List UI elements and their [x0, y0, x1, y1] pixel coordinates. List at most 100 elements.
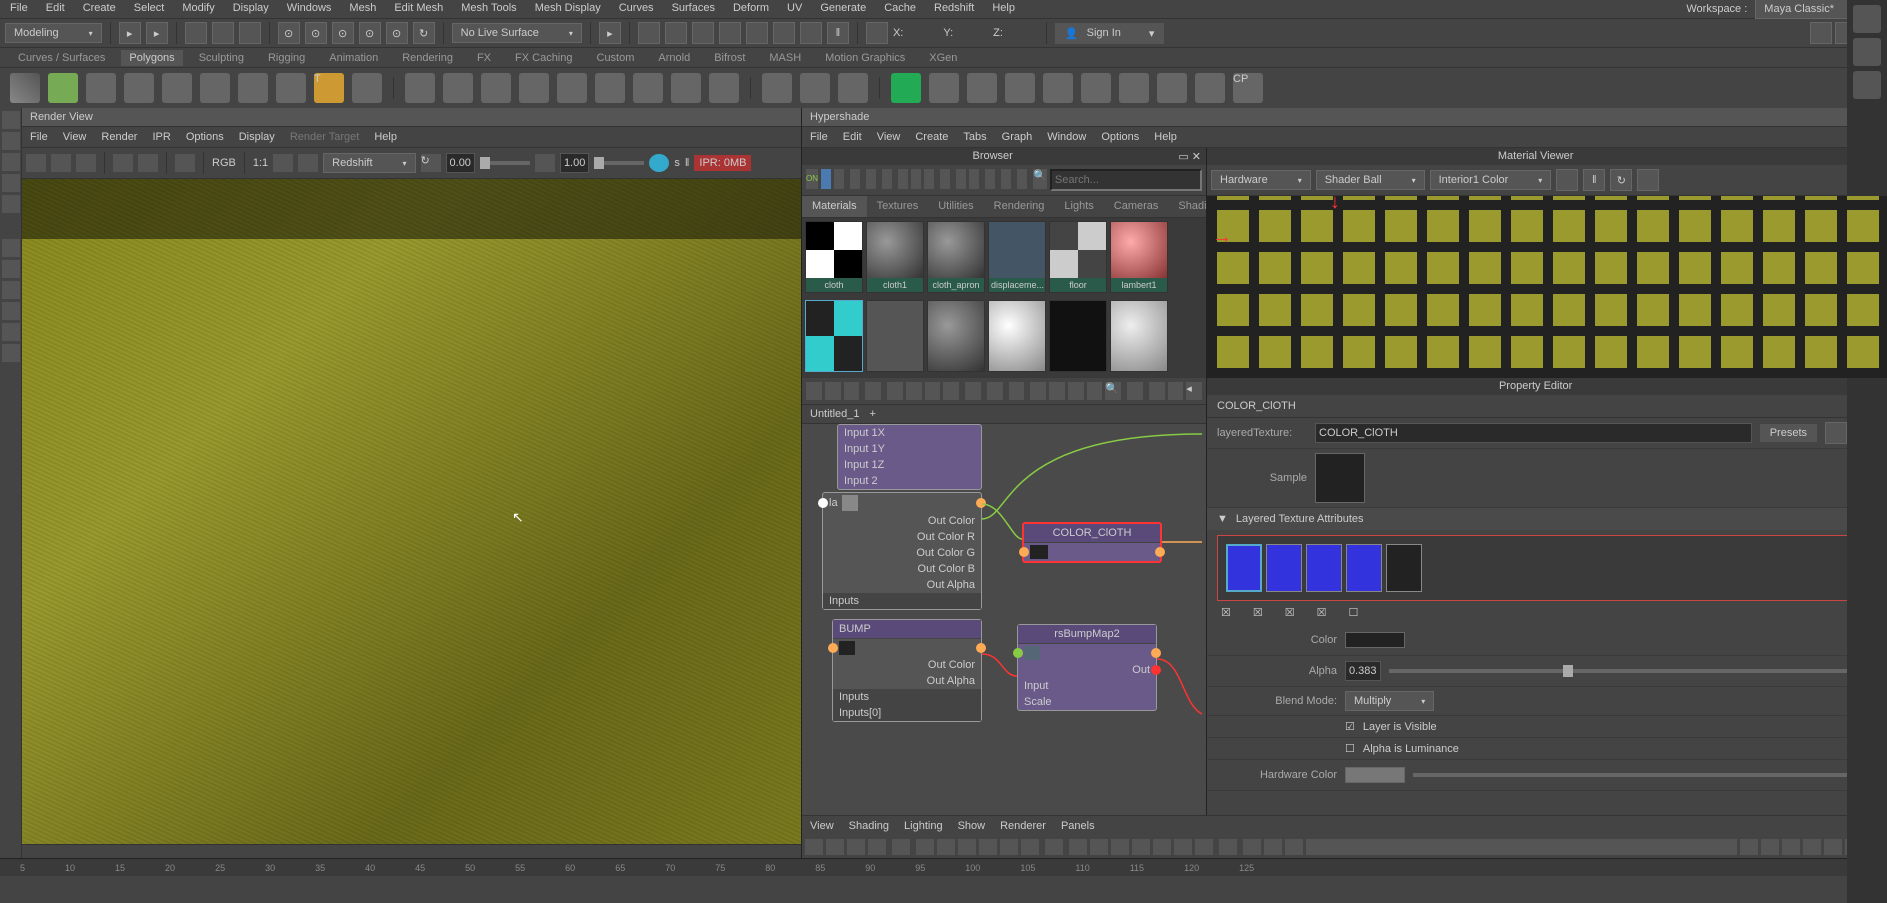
menu-mesh[interactable]: Mesh: [349, 2, 376, 16]
material-swatch[interactable]: cloth: [805, 221, 863, 293]
shelf-icon[interactable]: CP: [1233, 73, 1263, 103]
pe-icon[interactable]: [1825, 422, 1847, 444]
hardware-dropdown[interactable]: Hardware: [1211, 170, 1311, 190]
vp-menu[interactable]: Panels: [1061, 820, 1095, 832]
vp-menu[interactable]: Shading: [849, 820, 889, 832]
shelf-tab[interactable]: Rigging: [260, 50, 313, 66]
render-icon[interactable]: [746, 22, 768, 44]
tool-icon[interactable]: ▸: [146, 22, 168, 44]
svg-icon[interactable]: [352, 73, 382, 103]
rotate-tool-icon[interactable]: [2, 174, 20, 192]
shelf-tab[interactable]: Motion Graphics: [817, 50, 913, 66]
on-button[interactable]: ON: [806, 169, 818, 189]
refresh-icon[interactable]: ↻: [1610, 169, 1632, 191]
node-rsbump[interactable]: rsBumpMap2 Out Input Scale: [1017, 624, 1157, 711]
vp-tool[interactable]: [1174, 839, 1192, 855]
checkbox[interactable]: ☑: [1345, 720, 1355, 733]
menu-help[interactable]: Help: [992, 2, 1015, 16]
snap-icon[interactable]: ⊙: [386, 22, 408, 44]
shelf-icon[interactable]: [1119, 73, 1149, 103]
shelf-tab[interactable]: XGen: [921, 50, 965, 66]
layer-swatch[interactable]: [1386, 544, 1422, 592]
lasso-icon[interactable]: [212, 22, 234, 44]
graph-tab[interactable]: Untitled_1: [810, 408, 860, 420]
pause-icon[interactable]: ‖: [827, 22, 849, 44]
render-icon[interactable]: [773, 22, 795, 44]
move-tool-icon[interactable]: [2, 153, 20, 171]
hs-menu[interactable]: Tabs: [963, 131, 986, 143]
panel-controls[interactable]: ▭ ✕: [1178, 150, 1201, 163]
vp-tool[interactable]: [1740, 839, 1758, 855]
shelf-icon[interactable]: [800, 73, 830, 103]
gamma-value[interactable]: 1.00: [560, 153, 589, 173]
scrollbar[interactable]: [22, 844, 801, 858]
toggle-icon[interactable]: [1810, 22, 1832, 44]
shelf-icon[interactable]: [838, 73, 868, 103]
browser-tool[interactable]: [898, 169, 908, 189]
layout-icon[interactable]: [2, 344, 20, 362]
menu-modify[interactable]: Modify: [182, 2, 214, 16]
render-icon[interactable]: [800, 22, 822, 44]
history-icon[interactable]: [719, 22, 741, 44]
vp-tool[interactable]: [868, 839, 886, 855]
interior-dropdown[interactable]: Interior1 Color: [1430, 170, 1552, 190]
vp-tool[interactable]: [979, 839, 997, 855]
hw-color-swatch[interactable]: [1345, 767, 1405, 783]
layout-icon[interactable]: [2, 239, 20, 257]
ng-tool[interactable]: [1087, 382, 1103, 400]
tab-cameras[interactable]: Cameras: [1104, 196, 1169, 217]
section-header[interactable]: ▼ Layered Texture Attributes: [1207, 508, 1887, 530]
hs-menu[interactable]: Window: [1047, 131, 1086, 143]
history-icon[interactable]: [665, 22, 687, 44]
alpha-slider[interactable]: [1389, 669, 1847, 673]
shelf-icon[interactable]: [481, 73, 511, 103]
shelf-icon[interactable]: [967, 73, 997, 103]
ng-tool[interactable]: [987, 382, 1003, 400]
snap-icon[interactable]: ⊙: [305, 22, 327, 44]
tool-icon[interactable]: ▸: [599, 22, 621, 44]
browser-tool[interactable]: [911, 169, 921, 189]
ng-tool[interactable]: [1049, 382, 1065, 400]
node-input[interactable]: Input 1X Input 1Y Input 1Z Input 2: [837, 424, 982, 490]
select-icon[interactable]: [185, 22, 207, 44]
material-swatch[interactable]: [1049, 300, 1107, 372]
ng-tool[interactable]: [806, 382, 822, 400]
menu-mesh-tools[interactable]: Mesh Tools: [461, 2, 516, 16]
ng-tool[interactable]: [1068, 382, 1084, 400]
tab-rendering[interactable]: Rendering: [984, 196, 1055, 217]
snap-icon[interactable]: ⊙: [332, 22, 354, 44]
layout-icon[interactable]: [2, 302, 20, 320]
select-tool-icon[interactable]: [2, 111, 20, 129]
menu-file[interactable]: File: [10, 2, 28, 16]
rv-menu-display[interactable]: Display: [239, 131, 275, 143]
history-icon[interactable]: [692, 22, 714, 44]
rv-tool-icon[interactable]: [138, 154, 158, 172]
shelf-icon[interactable]: [671, 73, 701, 103]
signin-button[interactable]: 👤 Sign In ▾: [1055, 23, 1164, 44]
slider[interactable]: [480, 161, 530, 165]
vp-tool[interactable]: [1132, 839, 1150, 855]
shelf-icon[interactable]: [633, 73, 663, 103]
shelf-icon[interactable]: [405, 73, 435, 103]
material-preview[interactable]: → →: [1207, 196, 1887, 378]
exposure-value[interactable]: 0.00: [446, 153, 475, 173]
material-swatch[interactable]: cloth1: [866, 221, 924, 293]
menu-cache[interactable]: Cache: [884, 2, 916, 16]
vp-tool[interactable]: [937, 839, 955, 855]
menu-uv[interactable]: UV: [787, 2, 802, 16]
mode-dropdown[interactable]: Modeling: [5, 23, 102, 43]
vp-menu[interactable]: Show: [958, 820, 986, 832]
shelf-icon[interactable]: [762, 73, 792, 103]
render-image[interactable]: ↖: [22, 179, 801, 844]
vp-tool[interactable]: [1243, 839, 1261, 855]
shelf-tab[interactable]: Arnold: [650, 50, 698, 66]
rv-menu-ipr[interactable]: IPR: [152, 131, 170, 143]
material-swatch[interactable]: floor: [1049, 221, 1107, 293]
material-swatch[interactable]: cloth_apron: [927, 221, 985, 293]
vp-tool[interactable]: [1264, 839, 1282, 855]
search-icon[interactable]: 🔍: [1033, 169, 1047, 189]
vp-menu[interactable]: Lighting: [904, 820, 943, 832]
layer-swatch[interactable]: [1306, 544, 1342, 592]
menu-select[interactable]: Select: [134, 2, 165, 16]
hs-menu[interactable]: Create: [915, 131, 948, 143]
